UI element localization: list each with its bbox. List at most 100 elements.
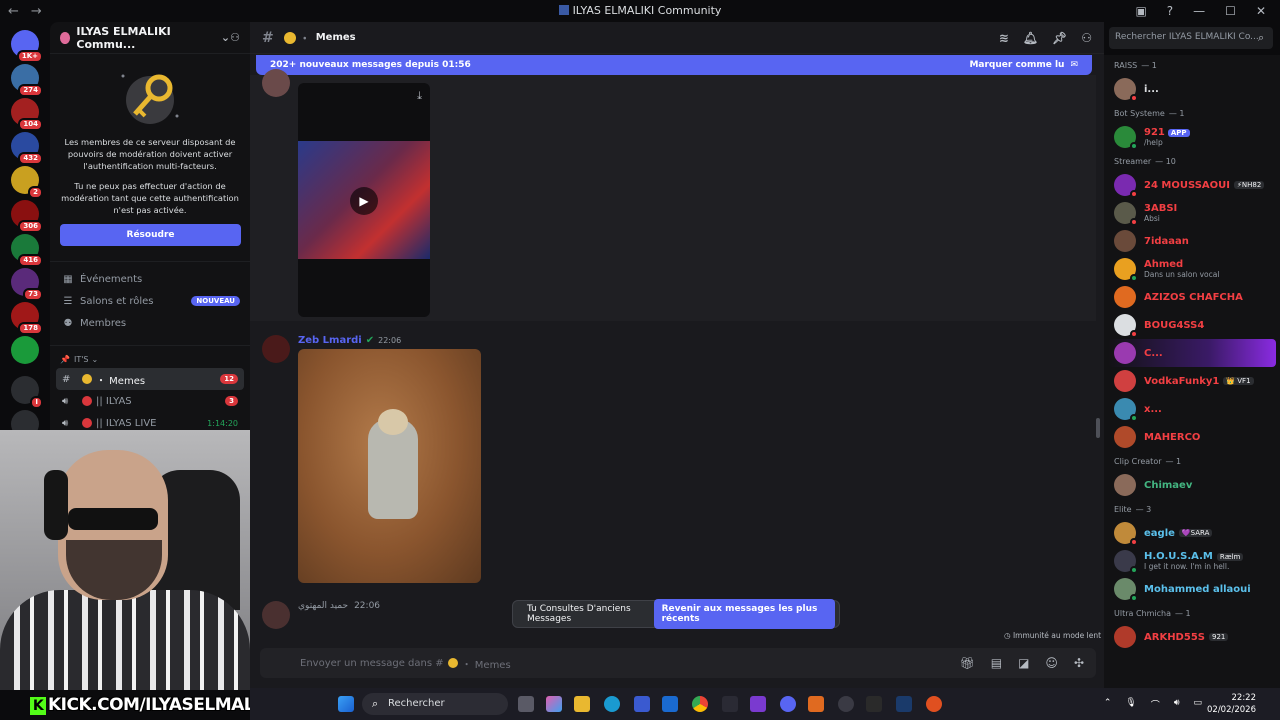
server-icon[interactable]: 274	[11, 64, 43, 97]
taskbar-search[interactable]: Rechercher	[362, 693, 508, 715]
member-item[interactable]: 7idaaan	[1104, 227, 1280, 255]
add-person-icon[interactable]: ⚇	[230, 31, 240, 44]
video-attachment[interactable]: ▶ ⤓	[298, 83, 430, 317]
server-icon[interactable]: 416	[11, 234, 43, 267]
member-name: Mohammed allaoui	[1144, 583, 1251, 595]
image-attachment[interactable]	[298, 349, 481, 583]
discord-icon[interactable]	[780, 696, 796, 712]
member-item[interactable]: 24 MOUSSAOUI ⚡NH82	[1104, 171, 1280, 199]
members-item[interactable]: ⚉ Membres	[50, 312, 250, 334]
server-icon[interactable]	[11, 336, 39, 364]
app-icon[interactable]	[838, 696, 854, 712]
battery-icon[interactable]: ▭	[1193, 698, 1202, 711]
member-item[interactable]: Mohammed allaoui	[1104, 575, 1280, 603]
member-item[interactable]: MAHERCO	[1104, 423, 1280, 451]
inbox-icon[interactable]: ▣	[1135, 4, 1146, 18]
avatar[interactable]	[262, 69, 290, 97]
member-item[interactable]: AZIZOS CHAFCHA	[1104, 283, 1280, 311]
member-item[interactable]: Chimaev	[1104, 471, 1280, 499]
status-indicator	[1130, 414, 1138, 422]
jump-to-present-button[interactable]: Revenir aux messages les plus récents	[653, 599, 835, 629]
clock[interactable]: 22:22 02/02/2026	[1207, 692, 1256, 716]
store-icon[interactable]	[634, 696, 650, 712]
task-view-icon[interactable]	[518, 696, 534, 712]
server-icon[interactable]: 104	[11, 98, 43, 131]
download-icon[interactable]: ⤓	[417, 89, 422, 103]
mail-icon[interactable]	[662, 696, 678, 712]
terminal-icon[interactable]	[722, 696, 738, 712]
search-input[interactable]: Rechercher ILYAS ELMALIKI Co...	[1109, 27, 1273, 49]
maximize-button[interactable]: ☐	[1225, 4, 1236, 18]
sticker-icon[interactable]: ◪	[1018, 656, 1029, 670]
chevron-down-icon[interactable]: ⌄	[221, 31, 230, 44]
copilot-icon[interactable]	[546, 696, 562, 712]
gif-icon[interactable]: ▤	[991, 656, 1002, 670]
resolve-button[interactable]: Résoudre	[60, 224, 241, 246]
close-button[interactable]: ✕	[1256, 4, 1266, 18]
author-name[interactable]: Zeb Lmardi	[298, 335, 362, 346]
emoji-icon[interactable]: ☺	[1045, 656, 1058, 670]
play-icon[interactable]: ▶	[350, 187, 378, 215]
app-icon[interactable]	[866, 696, 882, 712]
pin-icon[interactable]: 📌︎	[1052, 31, 1067, 45]
server-header[interactable]: ILYAS ELMALIKI Commu... ⌄ ⚇	[50, 22, 250, 54]
server-icon[interactable]: 178	[11, 302, 43, 335]
server-icon[interactable]: 306	[11, 200, 43, 233]
member-item[interactable]: C...	[1108, 339, 1276, 367]
minimize-button[interactable]: —	[1193, 4, 1205, 18]
gift-icon[interactable]: 🎁︎	[960, 656, 975, 670]
member-item[interactable]: Ahmed Dans un salon vocal	[1104, 255, 1280, 283]
member-item[interactable]: eagle 💜SARA	[1104, 519, 1280, 547]
server-icon[interactable]: 73	[11, 268, 43, 301]
apps-icon[interactable]: ✣	[1074, 656, 1084, 670]
member-list-icon[interactable]: ⚇	[1081, 31, 1092, 45]
avatar[interactable]	[262, 335, 290, 363]
server-icon[interactable]: I	[11, 376, 43, 409]
server-icon[interactable]: 1K+	[11, 30, 43, 63]
steam-icon[interactable]	[896, 696, 912, 712]
member-item[interactable]: BOUG4SS4	[1104, 311, 1280, 339]
wifi-icon[interactable]: ⌒	[1151, 698, 1160, 711]
edge-icon[interactable]	[604, 696, 620, 712]
member-item[interactable]: x...	[1104, 395, 1280, 423]
member-item[interactable]: H.O.U.S.A.M Rælm I get it now. I'm in hell…	[1104, 547, 1280, 575]
help-icon[interactable]: ?	[1167, 4, 1173, 18]
header-tools: ≋ 🔔︎ 📌︎ ⚇	[999, 31, 1092, 45]
message-input[interactable]: Envoyer un message dans # ・ Memes 🎁︎ ▤ ◪…	[260, 648, 1096, 678]
member-item[interactable]: i...	[1104, 75, 1280, 103]
member-item[interactable]: 3ABSI Absi	[1104, 199, 1280, 227]
new-messages-bar[interactable]: 202+ nouveaux messages depuis 01:56 Marq…	[256, 55, 1092, 75]
server-icon[interactable]: 432	[11, 132, 43, 165]
channel-item[interactable]: # ・ Memes 12	[56, 368, 244, 390]
threads-icon[interactable]: ≋	[999, 31, 1009, 45]
kick-logo: K	[30, 697, 46, 715]
member-item[interactable]: VodkaFunky1 👑 VF1	[1104, 367, 1280, 395]
bell-icon[interactable]: 🔔︎	[1023, 31, 1038, 45]
search-icon: ⌕	[372, 697, 379, 710]
scrollbar-thumb[interactable]	[1096, 418, 1100, 438]
author-name[interactable]: حميد المهتوي	[298, 601, 348, 611]
back-arrow-icon[interactable]: ←	[8, 4, 19, 19]
volume-icon[interactable]: 🔊︎	[1174, 698, 1180, 711]
file-explorer-icon[interactable]	[574, 696, 590, 712]
slow-mode-text: Immunité au mode lent	[1012, 631, 1102, 640]
chrome-icon[interactable]	[692, 696, 708, 712]
gamepad-icon[interactable]	[750, 696, 766, 712]
channel-category[interactable]: 📌 IT'S ⌄	[50, 350, 250, 368]
events-item[interactable]: ▦ Événements	[50, 268, 250, 290]
member-item[interactable]: ARKHD55S 921	[1104, 623, 1280, 651]
mark-read-button[interactable]: Marquer comme lu	[969, 60, 1064, 70]
mic-icon[interactable]: 🎙︎	[1125, 698, 1136, 711]
forward-arrow-icon[interactable]: →	[31, 4, 42, 19]
chevron-up-icon[interactable]: ⌃	[1104, 698, 1112, 711]
channel-title: Memes	[315, 32, 356, 43]
server-icon[interactable]: 2	[11, 166, 43, 199]
channels-roles-item[interactable]: ☰ Salons et rôles NOUVEAU	[50, 290, 250, 312]
app-icon[interactable]	[926, 696, 942, 712]
windows-start-icon[interactable]	[338, 696, 354, 712]
channel-item[interactable]: 🔊︎ || ILYAS 3	[56, 390, 244, 412]
server-tag: 921	[1208, 633, 1229, 641]
avatar[interactable]	[262, 601, 290, 629]
app-icon[interactable]	[808, 696, 824, 712]
member-item[interactable]: 921 APP/help	[1104, 123, 1280, 151]
